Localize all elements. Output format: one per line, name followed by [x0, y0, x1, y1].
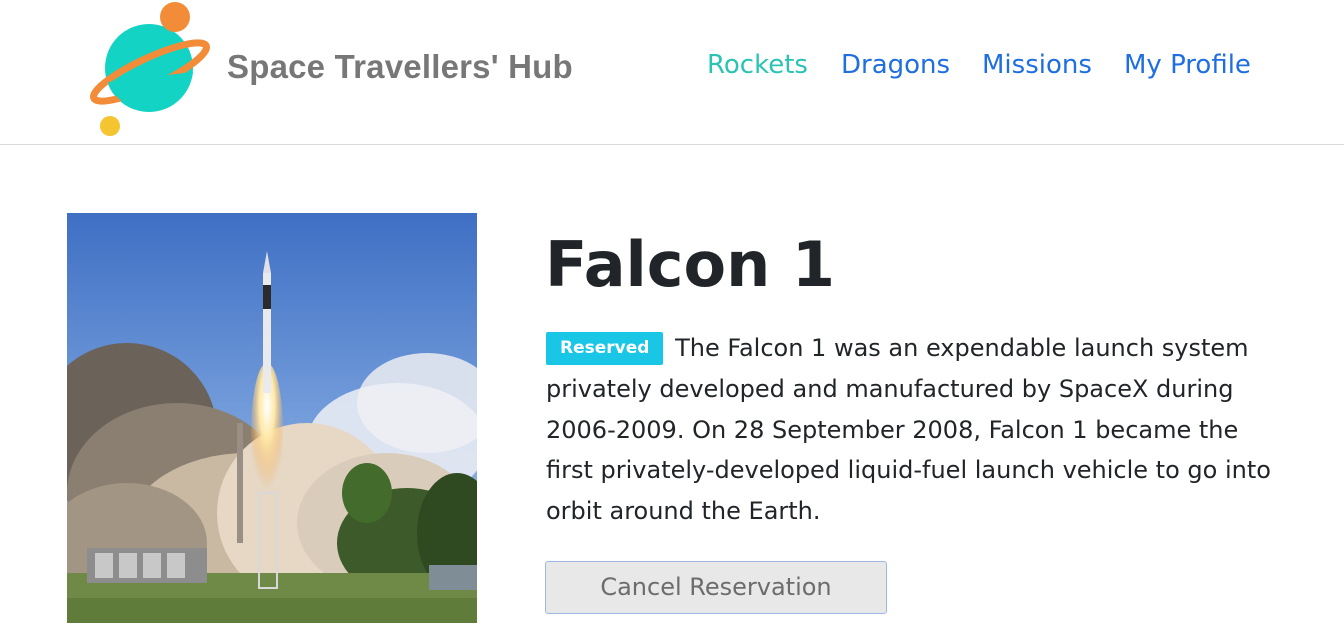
nav-link-missions[interactable]: Missions: [982, 50, 1092, 80]
nav-link-rockets[interactable]: Rockets: [707, 50, 808, 80]
main-nav: Rockets Dragons Missions My Profile: [0, 50, 1344, 90]
cancel-reservation-button[interactable]: Cancel Reservation: [545, 561, 887, 614]
site-header: Space Travellers' Hub Rockets Dragons Mi…: [0, 0, 1344, 145]
nav-link-dragons[interactable]: Dragons: [841, 50, 950, 80]
rocket-description: Reserved The Falcon 1 was an expendable …: [546, 328, 1286, 532]
nav-link-my-profile[interactable]: My Profile: [1124, 50, 1251, 80]
rocket-image: [67, 213, 477, 623]
status-badge: Reserved: [546, 332, 664, 365]
rocket-name: Falcon 1: [545, 228, 836, 301]
